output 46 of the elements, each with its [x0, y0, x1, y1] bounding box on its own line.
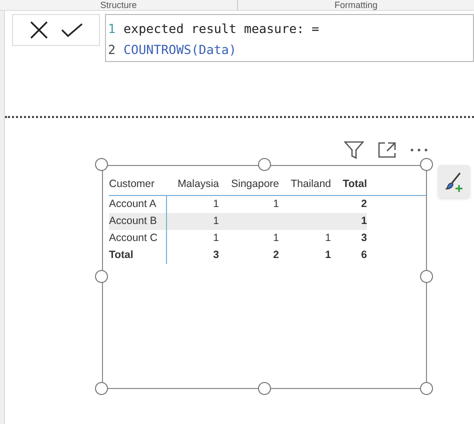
- focus-mode-icon[interactable]: [378, 142, 396, 158]
- visual-frame[interactable]: Customer Malaysia Singapore Thailand Total Account A 1 1 2 Account B 1 1 Account C 1 1 1 3 Total 3 2 1 6: [102, 165, 427, 389]
- table-cell-text: 3: [213, 248, 219, 263]
- table-cell-text: 1: [213, 196, 219, 212]
- check-icon[interactable]: [61, 22, 83, 38]
- column-header: Total: [342, 176, 367, 192]
- format-visual-button[interactable]: [438, 165, 470, 198]
- table-cell-text: 1: [361, 214, 367, 229]
- resize-handle[interactable]: [258, 382, 270, 395]
- column-header: Malaysia: [176, 176, 219, 192]
- paintbrush-plus-icon: [443, 170, 465, 192]
- resize-handle[interactable]: [420, 158, 433, 171]
- cancel-icon[interactable]: [29, 20, 49, 40]
- table-cell-text: Account C: [109, 230, 158, 246]
- column-header: Thailand: [290, 176, 331, 192]
- column-header: Customer: [109, 176, 156, 192]
- filter-icon[interactable]: [344, 141, 364, 159]
- line-number: 1: [108, 20, 116, 38]
- table-cell-text: 1: [325, 230, 331, 246]
- resize-handle[interactable]: [420, 382, 433, 395]
- formula-text: COUNTROWS(Data): [124, 41, 236, 59]
- highlighted-row[interactable]: Account B 1 1: [109, 213, 367, 230]
- table-cell-text: 1: [273, 196, 279, 212]
- ribbon-group-label: Structure: [100, 0, 137, 10]
- resize-handle[interactable]: [420, 270, 433, 283]
- column-header: Singapore: [230, 176, 279, 192]
- table-cell-text: 6: [361, 248, 367, 263]
- table-cell-text: 3: [361, 230, 367, 246]
- table-cell-text: 2: [361, 196, 367, 212]
- table-cell-text: Account B: [109, 214, 157, 229]
- table-cell-text: 1: [273, 230, 279, 246]
- table-cell-text: 2: [273, 248, 279, 263]
- formula-editor[interactable]: 1 expected result measure: = 2 COUNTROWS(Data): [105, 14, 474, 62]
- line-number: 2: [108, 41, 116, 59]
- table-cell-text: 1: [213, 230, 219, 246]
- table-cell-text: 1: [325, 248, 331, 263]
- more-options-icon[interactable]: [410, 148, 428, 152]
- table-cell-text: 1: [213, 214, 219, 229]
- resize-handle[interactable]: [258, 158, 270, 171]
- resize-handle[interactable]: [95, 382, 108, 395]
- table-cell-text: Account A: [109, 196, 156, 212]
- formula-text: expected result measure: =: [124, 20, 320, 38]
- resize-handle[interactable]: [95, 270, 108, 283]
- table-cell-text: Total: [109, 248, 134, 263]
- resize-handle[interactable]: [95, 158, 108, 171]
- ribbon-group-label: Formatting: [334, 0, 378, 10]
